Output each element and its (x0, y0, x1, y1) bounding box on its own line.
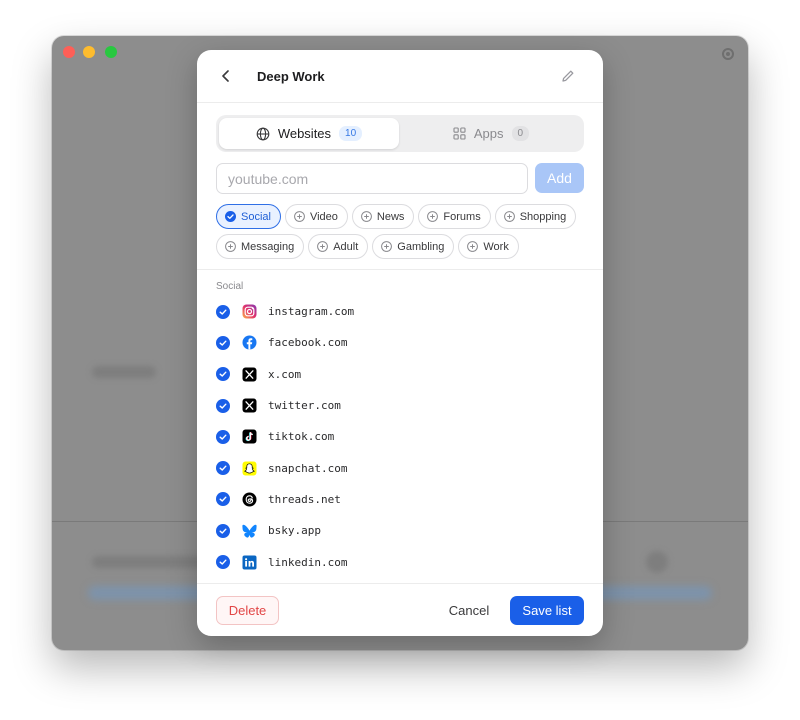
section-divider (197, 269, 603, 270)
dialog-header: Deep Work (197, 50, 603, 103)
list-item[interactable]: x.com (216, 359, 584, 390)
site-domain: facebook.com (268, 336, 348, 350)
gear-icon[interactable] (720, 46, 736, 62)
site-domain: threads.net (268, 492, 341, 506)
checkmark-icon (219, 528, 227, 534)
back-button[interactable] (217, 67, 235, 85)
bluesky-icon (242, 523, 257, 538)
site-checkbox[interactable] (216, 461, 230, 476)
category-chip-messaging[interactable]: Messaging (216, 234, 305, 259)
site-domain: twitter.com (268, 399, 341, 413)
checkmark-icon (219, 403, 227, 409)
save-list-button[interactable]: Save list (510, 596, 584, 625)
category-chip-video[interactable]: Video (284, 204, 348, 229)
checkmark-icon (219, 465, 227, 471)
site-checkbox[interactable] (216, 492, 230, 507)
category-chip-social[interactable]: Social (216, 204, 281, 229)
plus-circle-icon (294, 211, 305, 222)
tiktok-icon (242, 429, 257, 444)
checkmark-icon (219, 559, 227, 565)
site-checkbox[interactable] (216, 555, 230, 570)
list-item[interactable]: snapchat.com (216, 452, 584, 483)
plus-circle-icon (361, 211, 372, 222)
section-label: Social (216, 281, 244, 292)
backdrop-blurred-text (92, 366, 156, 378)
site-domain: snapchat.com (268, 461, 348, 475)
category-chip-forums[interactable]: Forums (418, 204, 491, 229)
site-domain: bsky.app (268, 524, 321, 538)
plus-circle-icon (317, 241, 329, 252)
facebook-icon (242, 335, 257, 350)
site-domain: linkedin.com (268, 555, 348, 569)
plus-circle-icon (225, 241, 236, 252)
site-domain: tiktok.com (268, 430, 335, 444)
close-window-button[interactable] (63, 46, 75, 58)
delete-button[interactable]: Delete (216, 596, 279, 625)
site-list: instagram.com facebook.com x.com twitter… (216, 296, 584, 578)
linkedin-icon (242, 555, 257, 570)
site-checkbox[interactable] (216, 398, 230, 413)
site-checkbox[interactable] (216, 304, 230, 319)
dialog-footer: Delete Cancel Save list (197, 583, 603, 636)
apps-count-badge: 0 (511, 126, 530, 141)
site-checkbox[interactable] (216, 523, 230, 538)
globe-icon (256, 127, 270, 140)
pencil-icon[interactable] (560, 68, 576, 84)
grid-icon (453, 127, 466, 140)
site-domain: x.com (268, 367, 302, 381)
list-item[interactable]: twitter.com (216, 390, 584, 421)
checkmark-icon (219, 371, 227, 377)
list-item[interactable]: facebook.com (216, 327, 584, 358)
check-circle-icon (225, 211, 236, 222)
tab-websites-label: Websites (277, 126, 332, 141)
instagram-icon (242, 304, 257, 319)
plus-circle-icon (467, 241, 479, 252)
list-item[interactable]: tiktok.com (216, 421, 584, 452)
category-chip-work[interactable]: Work (458, 234, 519, 259)
checkmark-icon (219, 496, 227, 503)
checkmark-icon (219, 434, 227, 440)
tab-apps[interactable]: Apps 0 (401, 118, 581, 149)
site-checkbox[interactable] (216, 335, 230, 350)
category-chip-news[interactable]: News (351, 204, 415, 229)
website-url-input[interactable] (216, 163, 528, 194)
minimize-window-button[interactable] (83, 46, 95, 58)
category-chips-row-2: Messaging Adult Gambling Work (216, 234, 519, 259)
chevron-left-icon (222, 70, 229, 82)
list-item[interactable]: threads.net (216, 484, 584, 515)
x-icon (242, 398, 257, 413)
x-icon (242, 367, 257, 382)
threads-icon (242, 492, 257, 507)
list-item[interactable]: instagram.com (216, 296, 584, 327)
backdrop-blurred-avatar (646, 551, 668, 573)
site-checkbox[interactable] (216, 429, 230, 444)
cancel-button[interactable]: Cancel (440, 596, 498, 625)
zoom-window-button[interactable] (105, 46, 117, 58)
edit-list-dialog: Deep Work Websites 10 Apps 0 Add (197, 50, 603, 636)
category-chips-row-1: Social Video News Forums Shopping (216, 204, 577, 229)
plus-circle-icon (381, 241, 393, 252)
site-checkbox[interactable] (216, 367, 230, 382)
tab-websites[interactable]: Websites 10 (219, 118, 399, 149)
plus-circle-icon (503, 211, 515, 222)
site-domain: instagram.com (268, 305, 355, 319)
category-chip-shopping[interactable]: Shopping (494, 204, 577, 229)
category-chip-adult[interactable]: Adult (308, 234, 369, 259)
list-item[interactable]: linkedin.com (216, 546, 584, 577)
snapchat-icon (242, 461, 257, 476)
list-item[interactable]: bsky.app (216, 515, 584, 546)
dialog-title: Deep Work (257, 69, 325, 84)
type-segmented-control: Websites 10 Apps 0 (216, 115, 584, 152)
category-chip-gambling[interactable]: Gambling (372, 234, 455, 259)
checkmark-icon (219, 340, 227, 346)
websites-count-badge: 10 (339, 126, 363, 141)
checkmark-icon (219, 309, 227, 315)
tab-apps-label: Apps (473, 126, 504, 141)
plus-circle-icon (427, 211, 439, 222)
add-button[interactable]: Add (535, 163, 584, 193)
